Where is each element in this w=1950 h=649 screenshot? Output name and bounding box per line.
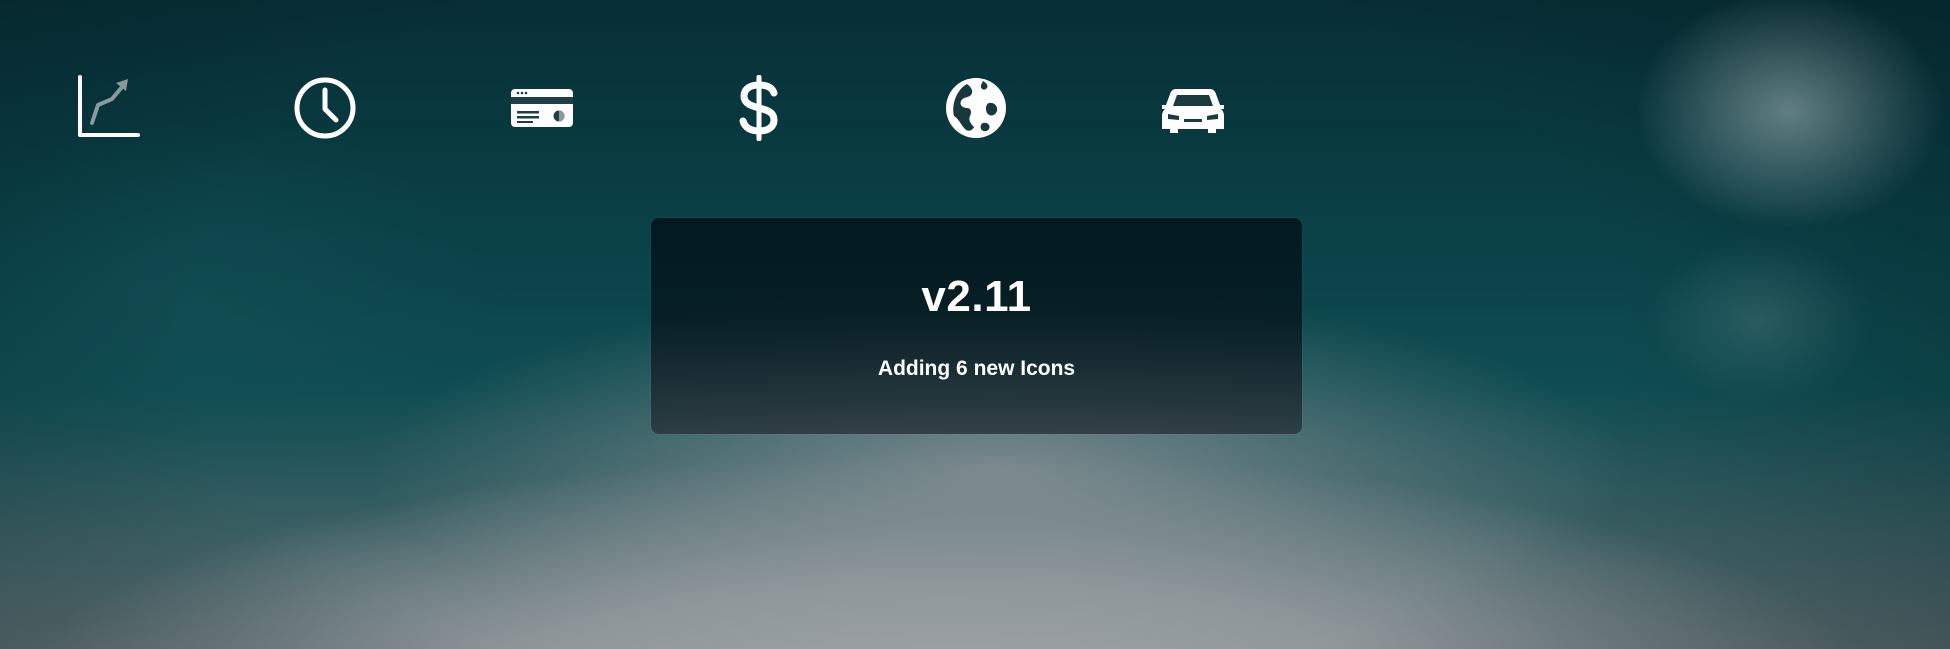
icon-row — [76, 75, 1236, 141]
release-description: Adding 6 new Icons — [877, 357, 1076, 380]
version-title: v2.11 — [921, 272, 1032, 321]
car-icon — [1160, 75, 1226, 141]
clock-icon — [292, 75, 358, 141]
screen: v2.11 Adding 6 new Icons — [0, 0, 1950, 649]
credit-card-icon — [509, 75, 575, 141]
globe-icon — [943, 75, 1009, 141]
release-card: v2.11 Adding 6 new Icons — [651, 218, 1302, 434]
chart-line-icon — [76, 75, 142, 141]
dollar-icon — [726, 75, 792, 141]
